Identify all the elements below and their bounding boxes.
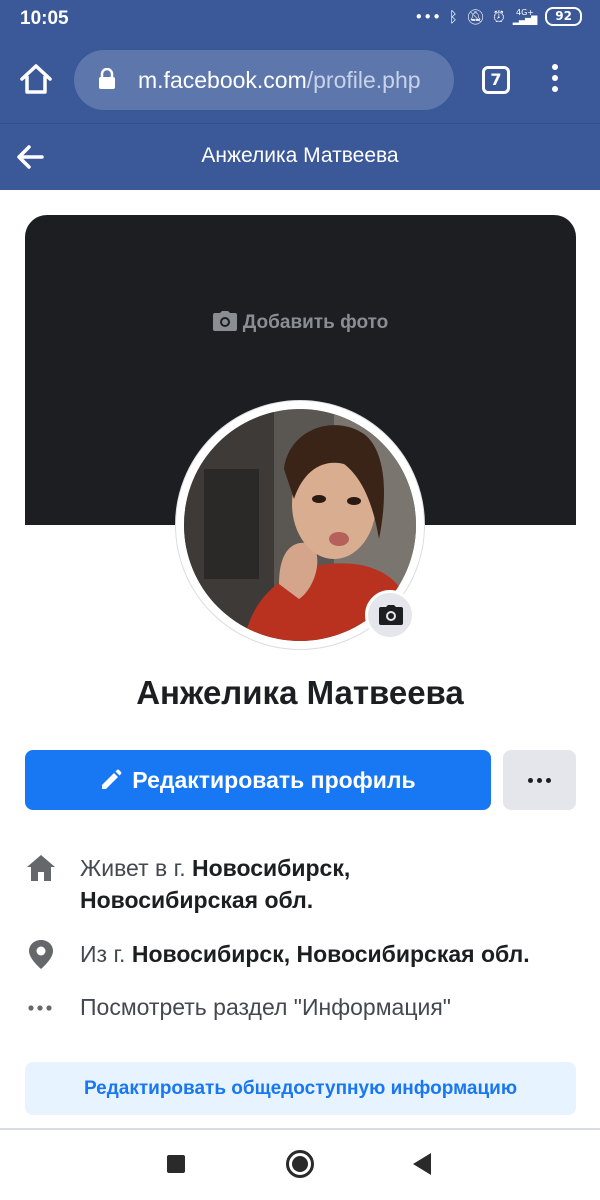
camera-icon [212,311,237,331]
from-prefix: Из г. [80,941,126,967]
more-horizontal-icon [28,1005,52,1011]
location-pin-icon [29,940,53,969]
url-text: m.facebook.com/profile.php [138,67,421,94]
see-about-link[interactable]: Посмотреть раздел "Информация" [80,991,585,1023]
dots-icon: ••• [414,7,441,26]
tab-switcher-button[interactable]: 7 [482,66,510,94]
recents-icon[interactable] [167,1155,185,1173]
home-nav-icon[interactable] [286,1150,314,1178]
change-profile-picture-button[interactable] [365,590,415,640]
home-icon[interactable] [18,61,54,97]
info-row-lives-in: Живет в г. Новосибирск, Новосибирская обл… [25,852,585,916]
address-bar[interactable]: m.facebook.com/profile.php [74,50,454,110]
pencil-icon [102,769,122,789]
network-indicator: 4G+ ▂▄▆█ [512,7,538,25]
alarm-icon: ⏰︎ [492,7,505,26]
info-row-see-about[interactable]: Посмотреть раздел "Информация" [25,991,585,1023]
from-place: Новосибирск, Новосибирская обл. [131,941,530,967]
url-domain: m.facebook.com [138,67,307,93]
status-bar: 10:05 ••• ᛒ 🔕︎ ⏰︎ 4G+ ▂▄▆█ 92 [0,0,600,36]
url-path: /profile.php [306,67,421,93]
system-navigation-bar [0,1130,600,1200]
app-header: Анжелика Матвеева [0,124,600,190]
status-icons: ••• ᛒ 🔕︎ ⏰︎ 4G+ ▂▄▆█ 92 [414,7,582,26]
add-cover-photo-button[interactable]: Добавить фото [25,311,576,334]
edit-public-info-button[interactable]: Редактировать общедоступную информацию [25,1062,576,1115]
edit-profile-label: Редактировать профиль [132,766,416,793]
browser-toolbar: m.facebook.com/profile.php 7 [0,36,600,124]
back-nav-icon[interactable] [413,1153,431,1175]
lives-city: Новосибирск, [191,855,351,881]
browser-menu-icon[interactable] [549,64,561,100]
header-title: Анжелика Матвеева [201,144,399,167]
lives-prefix: Живет в г. [80,855,186,881]
lock-icon [99,68,115,89]
more-options-button[interactable] [503,750,576,810]
house-icon [27,855,55,881]
profile-name: Анжелика Матвеева [136,674,464,711]
battery-indicator: 92 [545,7,582,26]
mute-icon: 🔕︎ [465,7,485,26]
lives-region: Новосибирская обл. [80,887,314,913]
bluetooth-icon: ᛒ [448,7,458,26]
add-photo-label: Добавить фото [242,312,389,333]
status-time: 10:05 [20,8,69,29]
camera-icon [379,605,403,625]
network-label: 4G+ [515,7,534,17]
info-row-from: Из г. Новосибирск, Новосибирская обл. [25,938,585,970]
edit-profile-button[interactable]: Редактировать профиль [25,750,491,810]
